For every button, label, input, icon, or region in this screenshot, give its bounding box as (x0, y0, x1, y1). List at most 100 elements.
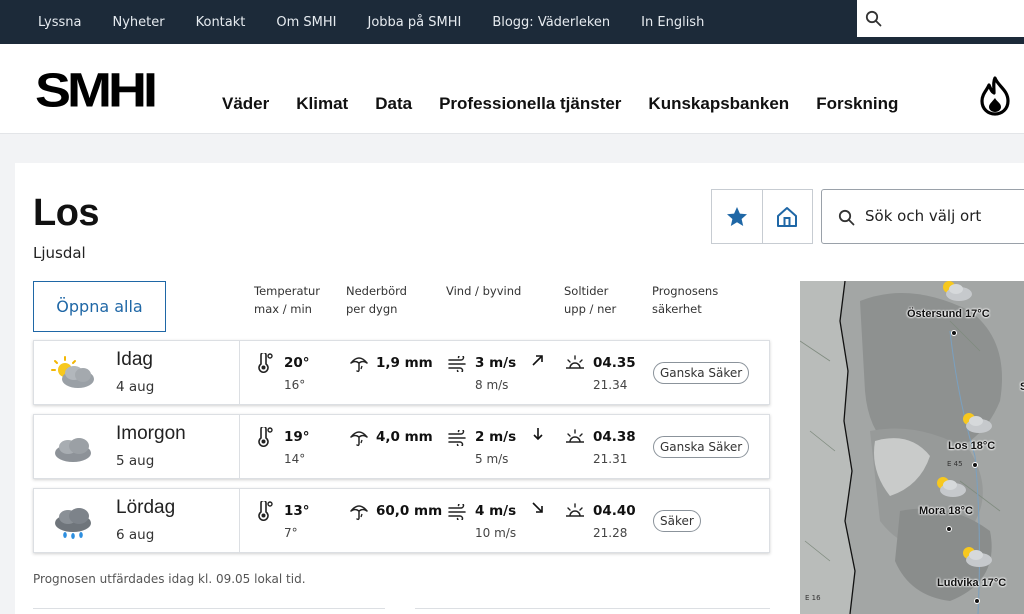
nav-data[interactable]: Data (375, 94, 412, 114)
row-divider (239, 341, 240, 404)
forecast-row-tomorrow[interactable]: Imorgon 5 aug 19° 14° 4,0 mm 2 m/s 5 m/s… (33, 414, 770, 479)
cloudy-icon (55, 438, 91, 462)
col-precip: Nederbörd per dygn (346, 282, 407, 318)
col-wind: Vind / byvind (446, 282, 521, 300)
temp-max: 19° (284, 429, 310, 445)
sunrise-icon (566, 355, 584, 369)
precipitation: 60,0 mm (376, 503, 443, 519)
map-city-dot[interactable] (951, 330, 957, 336)
link-in-english[interactable]: In English (641, 15, 704, 30)
precipitation: 4,0 mm (376, 429, 433, 445)
sunset-time: 21.31 (593, 452, 628, 466)
open-all-button[interactable]: Öppna alla (33, 281, 166, 332)
row-divider (239, 415, 240, 478)
col-certainty-line1: Prognosens (652, 284, 719, 298)
col-precip-line1: Nederbörd (346, 284, 407, 298)
col-sun-line1: Soltider (564, 284, 609, 298)
weather-map[interactable]: Östersund 17°C S Los 18°C E 45 Mora 18°C… (800, 281, 1024, 614)
partly-cloudy-icon (51, 356, 94, 388)
fire-risk-icon[interactable] (978, 76, 1012, 116)
col-certainty: Prognosens säkerhet (652, 282, 718, 318)
map-city-label: Mora 18°C (919, 505, 973, 517)
utility-bar: Lyssna Nyheter Kontakt Om SMHI Jobba på … (0, 0, 1024, 44)
day-name: Lördag (116, 497, 176, 518)
day-name: Imorgon (116, 423, 186, 444)
map-city-dot[interactable] (974, 598, 980, 604)
next-section-edge (415, 608, 770, 614)
day-date: 6 aug (116, 527, 155, 543)
place-search-field[interactable]: Sök och välj ort (821, 189, 1024, 244)
partly-cloudy-icon (943, 281, 972, 301)
wind-icon (448, 430, 466, 446)
sunset-time: 21.28 (593, 526, 628, 540)
wind-gust: 8 m/s (475, 378, 509, 392)
map-city-dot[interactable] (972, 462, 978, 468)
site-search[interactable] (857, 0, 1024, 37)
partly-cloudy-icon (937, 477, 966, 497)
main-header: SMHI Väder Klimat Data Professionella tj… (0, 44, 1024, 134)
site-search-input[interactable] (887, 4, 1017, 32)
map-city-label: Östersund 17°C (907, 308, 990, 320)
link-blogg[interactable]: Blogg: Väderleken (492, 15, 610, 30)
location-actions (711, 189, 813, 244)
set-home-button[interactable] (761, 190, 812, 243)
wind-speed: 4 m/s (475, 503, 517, 519)
nav-kunskapsbanken[interactable]: Kunskapsbanken (648, 94, 789, 114)
col-sun-line2: upp / ner (564, 302, 617, 316)
col-precip-line2: per dygn (346, 302, 398, 316)
partly-cloudy-icon (963, 547, 992, 567)
day-name: Idag (116, 349, 153, 370)
umbrella-icon (350, 505, 368, 521)
link-om-smhi[interactable]: Om SMHI (276, 15, 336, 30)
rain-icon (55, 508, 91, 539)
col-sun: Soltider upp / ner (564, 282, 616, 318)
col-wind-line1: Vind / byvind (446, 284, 522, 298)
wind-direction-icon (532, 502, 543, 513)
col-temp-line1: Temperatur (254, 284, 321, 298)
link-kontakt[interactable]: Kontakt (196, 15, 246, 30)
municipality-label: Ljusdal (33, 244, 86, 262)
wind-icon (448, 504, 466, 520)
umbrella-icon (350, 431, 368, 447)
col-temp-line2: max / min (254, 302, 312, 316)
forecast-row-saturday[interactable]: Lördag 6 aug 13° 7° 60,0 mm 4 m/s 10 m/s… (33, 488, 770, 553)
smhi-logo[interactable]: SMHI (35, 66, 158, 115)
search-icon (838, 209, 855, 226)
link-jobba[interactable]: Jobba på SMHI (367, 15, 461, 30)
temp-min: 14° (284, 452, 306, 466)
sunrise-icon (566, 429, 584, 443)
nav-forskning[interactable]: Forskning (816, 94, 898, 114)
favorite-button[interactable] (712, 190, 762, 243)
next-section-edge (33, 608, 385, 614)
wind-gust: 10 m/s (475, 526, 517, 540)
sunrise-time: 04.40 (593, 503, 636, 519)
temp-min: 7° (284, 526, 298, 540)
issued-note: Prognosen utfärdades idag kl. 09.05 loka… (33, 572, 306, 586)
row-divider (239, 489, 240, 552)
wind-gust: 5 m/s (475, 452, 509, 466)
home-icon (777, 206, 798, 227)
thermometer-icon (258, 427, 273, 447)
wind-speed: 2 m/s (475, 429, 517, 445)
link-nyheter[interactable]: Nyheter (113, 15, 165, 30)
nav-klimat[interactable]: Klimat (296, 94, 348, 114)
map-city-label: Ludvika 17°C (937, 577, 1007, 589)
main-nav: Väder Klimat Data Professionella tjänste… (222, 94, 925, 114)
thermometer-icon (258, 353, 273, 373)
temp-min: 16° (284, 378, 306, 392)
temp-max: 13° (284, 503, 310, 519)
forecast-row-today[interactable]: Idag 4 aug 20° 16° 1,9 mm 3 m/s 8 m/s 04… (33, 340, 770, 405)
nav-vader[interactable]: Väder (222, 94, 269, 114)
thermometer-icon (258, 501, 273, 521)
wind-icon (448, 356, 466, 372)
sunrise-time: 04.38 (593, 429, 636, 445)
temp-max: 20° (284, 355, 310, 371)
sunset-time: 21.34 (593, 378, 628, 392)
certainty-badge: Ganska Säker (653, 362, 750, 384)
link-lyssna[interactable]: Lyssna (38, 15, 82, 30)
nav-professionella[interactable]: Professionella tjänster (439, 94, 621, 114)
col-certainty-line2: säkerhet (652, 302, 702, 316)
col-temp: Temperatur max / min (254, 282, 320, 318)
map-city-dot[interactable] (946, 526, 952, 532)
partly-cloudy-icon (963, 413, 992, 433)
